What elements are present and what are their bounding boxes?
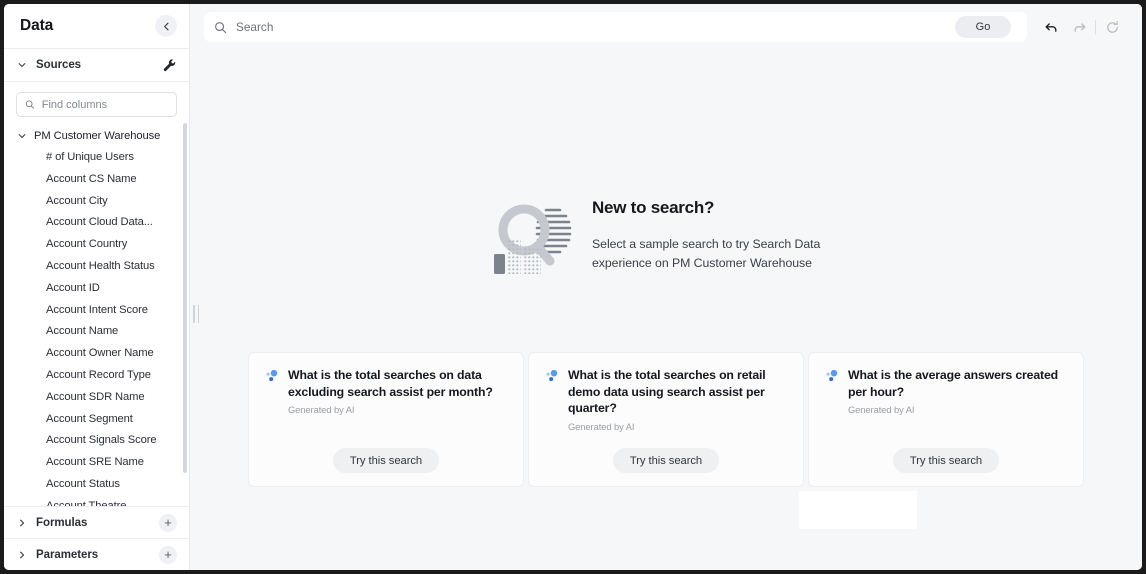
find-columns-input[interactable] bbox=[41, 98, 168, 111]
ai-dots-glyph bbox=[546, 369, 558, 382]
chevron-right-icon bbox=[20, 519, 25, 526]
find-columns-wrapper bbox=[4, 82, 189, 123]
grip-line bbox=[197, 305, 199, 323]
sidebar-item-parameters[interactable]: Parameters + bbox=[4, 538, 189, 570]
chevron-down-icon bbox=[18, 134, 26, 139]
columns-tree[interactable]: PM Customer Warehouse # of Unique Users … bbox=[4, 123, 189, 506]
column-item[interactable]: Account Theatre bbox=[4, 496, 189, 506]
parameters-label: Parameters bbox=[36, 548, 99, 561]
column-item[interactable]: # of Unique Users bbox=[4, 147, 189, 169]
column-item[interactable]: Account Segment bbox=[4, 409, 189, 431]
generated-by-ai-label: Generated by AI bbox=[288, 405, 355, 415]
chevron-down-icon bbox=[18, 63, 26, 68]
column-item[interactable]: Account City bbox=[4, 191, 189, 213]
ai-dots-glyph bbox=[826, 369, 838, 382]
redo-arrow-icon bbox=[1073, 22, 1085, 32]
data-sidebar: Data Sources Find columns PM Customer Wa… bbox=[4, 4, 190, 570]
main-content: Go bbox=[190, 4, 1142, 570]
formulas-expand-chevron[interactable] bbox=[16, 518, 28, 528]
add-parameter-button[interactable]: + bbox=[159, 545, 177, 564]
go-button[interactable]: Go bbox=[955, 16, 1011, 38]
undo-button[interactable] bbox=[1037, 13, 1065, 41]
column-item[interactable]: Account SRE Name bbox=[4, 452, 189, 474]
sidebar-resize-handle[interactable] bbox=[190, 303, 202, 325]
chevron-right-icon bbox=[20, 551, 25, 558]
grip-line bbox=[193, 305, 195, 323]
chevron-left-icon bbox=[163, 22, 169, 30]
sample-search-card[interactable]: What is the average answers created per … bbox=[808, 352, 1084, 487]
empty-placeholder-box bbox=[799, 491, 917, 529]
search-empty-state: New to search? Select a sample search to… bbox=[190, 50, 1142, 570]
try-this-search-button[interactable]: Try this search bbox=[332, 448, 440, 473]
sample-question-text: What is the total searches on retail dem… bbox=[568, 368, 766, 415]
history-controls bbox=[1037, 13, 1132, 41]
add-formula-button[interactable]: + bbox=[159, 513, 177, 532]
search-input[interactable] bbox=[236, 20, 946, 34]
column-item[interactable]: Account Country bbox=[4, 234, 189, 256]
search-toolbar: Go bbox=[190, 4, 1142, 50]
datasource-name: PM Customer Warehouse bbox=[34, 130, 161, 142]
reset-button[interactable] bbox=[1098, 13, 1126, 41]
hero-subtitle: Select a sample search to try Search Dat… bbox=[592, 237, 821, 270]
refresh-icon bbox=[1106, 20, 1118, 33]
sample-search-card[interactable]: What is the total searches on retail dem… bbox=[528, 352, 804, 487]
application-window: Data Sources Find columns PM Customer Wa… bbox=[4, 4, 1142, 570]
column-item[interactable]: Account SDR Name bbox=[4, 387, 189, 409]
column-item[interactable]: Account ID bbox=[4, 278, 189, 300]
generated-by-ai-label: Generated by AI bbox=[568, 421, 635, 432]
column-item[interactable]: Account Signals Score bbox=[4, 430, 189, 452]
search-icon bbox=[215, 21, 227, 33]
try-this-search-button[interactable]: Try this search bbox=[892, 448, 1000, 473]
toolbar-divider bbox=[1095, 19, 1096, 35]
hero-title: New to search? bbox=[592, 198, 715, 217]
sources-section-header[interactable]: Sources bbox=[4, 49, 189, 82]
redo-button[interactable] bbox=[1065, 13, 1093, 41]
ai-dots-glyph bbox=[266, 369, 278, 382]
sources-label: Sources bbox=[36, 59, 82, 71]
search-bar[interactable]: Go bbox=[204, 12, 1027, 42]
column-item[interactable]: Account Health Status bbox=[4, 256, 189, 278]
sidebar-scrollbar[interactable] bbox=[183, 123, 187, 473]
search-icon bbox=[25, 100, 35, 109]
column-item[interactable]: Account Record Type bbox=[4, 365, 189, 387]
sources-expand-chevron[interactable] bbox=[16, 60, 28, 70]
generated-by-ai-label: Generated by AI bbox=[848, 405, 915, 415]
datasource-row[interactable]: PM Customer Warehouse bbox=[4, 125, 189, 147]
sidebar-title: Data bbox=[20, 17, 54, 34]
magnifying-glass-art bbox=[494, 204, 572, 274]
formulas-label: Formulas bbox=[36, 516, 88, 529]
sample-search-cards: What is the total searches on data exclu… bbox=[190, 352, 1142, 487]
sidebar-collapse-button[interactable] bbox=[155, 15, 177, 37]
sample-question-text: What is the average answers created per … bbox=[848, 368, 1059, 399]
sample-question-text: What is the total searches on data exclu… bbox=[288, 368, 493, 399]
sidebar-header: Data bbox=[4, 4, 189, 49]
ai-sparkle-icon bbox=[825, 369, 839, 383]
undo-arrow-icon bbox=[1045, 22, 1057, 32]
sidebar-footer: Formulas + Parameters + bbox=[4, 506, 189, 570]
column-item[interactable]: Account Cloud Data... bbox=[4, 212, 189, 234]
ai-sparkle-icon bbox=[265, 369, 279, 383]
ai-sparkle-icon bbox=[545, 369, 559, 383]
wrench-icon[interactable] bbox=[161, 57, 177, 73]
sample-search-card[interactable]: What is the total searches on data exclu… bbox=[248, 352, 524, 487]
column-item[interactable]: Account Name bbox=[4, 321, 189, 343]
datasource-expand-chevron[interactable] bbox=[16, 131, 28, 141]
column-item[interactable]: Account Intent Score bbox=[4, 300, 189, 322]
sidebar-item-formulas[interactable]: Formulas + bbox=[4, 506, 189, 538]
magnifying-glass-illustration bbox=[480, 192, 572, 284]
wrench-glyph bbox=[163, 59, 176, 72]
find-columns-box[interactable] bbox=[16, 92, 177, 117]
hero-block: New to search? Select a sample search to… bbox=[190, 188, 1142, 284]
column-item[interactable]: Account CS Name bbox=[4, 169, 189, 191]
column-item[interactable]: Account Status bbox=[4, 474, 189, 496]
parameters-expand-chevron[interactable] bbox=[16, 550, 28, 560]
column-item[interactable]: Account Owner Name bbox=[4, 343, 189, 365]
try-this-search-button[interactable]: Try this search bbox=[612, 448, 720, 473]
